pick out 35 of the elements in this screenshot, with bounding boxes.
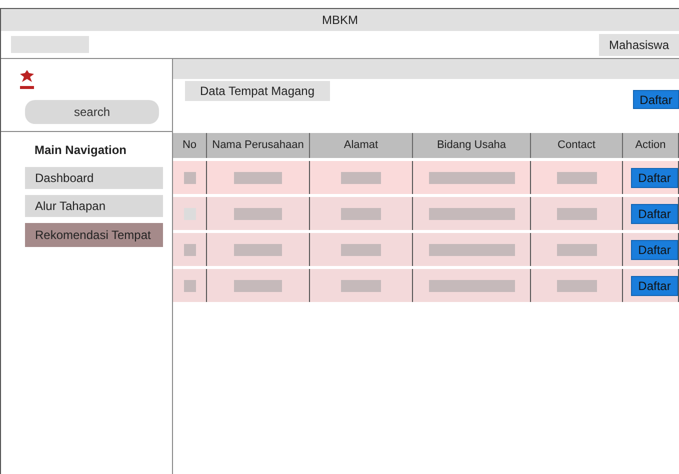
placeholder-bar xyxy=(341,208,381,220)
navigation-heading: Main Navigation xyxy=(33,142,128,159)
placeholder-bar xyxy=(341,172,381,184)
placeholder-bar xyxy=(234,280,282,292)
register-button[interactable]: Daftar xyxy=(633,90,679,109)
column-header: Contact xyxy=(558,140,596,151)
register-button[interactable]: Daftar xyxy=(631,276,678,296)
checkbox-placeholder[interactable] xyxy=(184,244,196,256)
placeholder-bar xyxy=(556,280,596,292)
placeholder-bar xyxy=(556,172,596,184)
placeholder-bar xyxy=(234,244,282,256)
placeholder-bar xyxy=(234,172,282,184)
placeholder-bar xyxy=(556,244,596,256)
placeholder-bar xyxy=(341,280,381,292)
column-header: No xyxy=(182,140,197,151)
placeholder-bar xyxy=(556,208,596,220)
placeholder-bar xyxy=(234,208,282,220)
register-button[interactable]: Daftar xyxy=(631,204,678,224)
window-title: MBKM xyxy=(322,12,358,29)
nav-item[interactable]: Dashboard xyxy=(25,167,163,189)
checkbox-placeholder[interactable] xyxy=(184,280,196,292)
column-header: Action xyxy=(635,140,666,151)
placeholder-bar xyxy=(341,244,381,256)
nav-item[interactable]: Rekomendasi Tempat xyxy=(25,223,163,247)
column-header: Bidang Usaha xyxy=(436,140,506,151)
register-button[interactable]: Daftar xyxy=(631,168,678,188)
column-header: Nama Perusahaan xyxy=(212,140,304,151)
checkbox-placeholder[interactable] xyxy=(184,172,196,184)
section-title: Data Tempat Magang xyxy=(185,81,330,101)
search-field[interactable]: search xyxy=(25,100,159,124)
column-header: Alamat xyxy=(344,140,378,151)
logo-icon xyxy=(19,69,35,91)
nav-item[interactable]: Alur Tahapan xyxy=(25,195,163,217)
user-label[interactable]: Mahasiswa xyxy=(598,34,679,56)
register-button[interactable]: Daftar xyxy=(631,240,678,260)
